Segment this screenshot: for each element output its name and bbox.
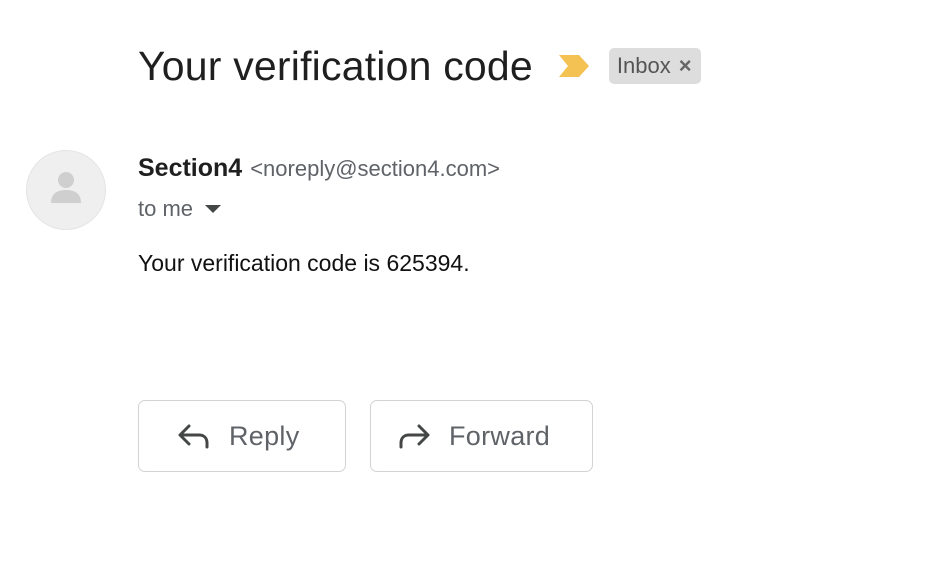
reply-label: Reply bbox=[229, 420, 300, 451]
reply-arrow-icon bbox=[177, 422, 211, 450]
forward-button[interactable]: Forward bbox=[370, 400, 593, 472]
remove-label-icon[interactable]: × bbox=[679, 55, 692, 77]
forward-arrow-icon bbox=[397, 422, 431, 450]
person-icon bbox=[49, 170, 83, 211]
email-subject: Your verification code bbox=[138, 42, 533, 89]
reply-button[interactable]: Reply bbox=[138, 400, 346, 472]
email-body: Your verification code is 625394. bbox=[138, 250, 470, 276]
email-header: Your verification code Inbox × bbox=[138, 40, 701, 92]
forward-label: Forward bbox=[449, 420, 551, 451]
sender-name[interactable]: Section4 bbox=[138, 154, 242, 183]
avatar[interactable] bbox=[26, 150, 106, 230]
label-chip-text: Inbox bbox=[616, 53, 671, 78]
importance-marker-icon[interactable] bbox=[557, 53, 591, 79]
recipient-details-toggle[interactable]: to me bbox=[138, 196, 222, 222]
recipient-text: to me bbox=[138, 196, 194, 221]
sender-info: Section4 <noreply@section4.com> bbox=[138, 154, 500, 183]
label-chip-inbox: Inbox × bbox=[608, 48, 701, 84]
sender-email: <noreply@section4.com> bbox=[250, 156, 501, 181]
caret-down-icon[interactable] bbox=[205, 205, 222, 213]
